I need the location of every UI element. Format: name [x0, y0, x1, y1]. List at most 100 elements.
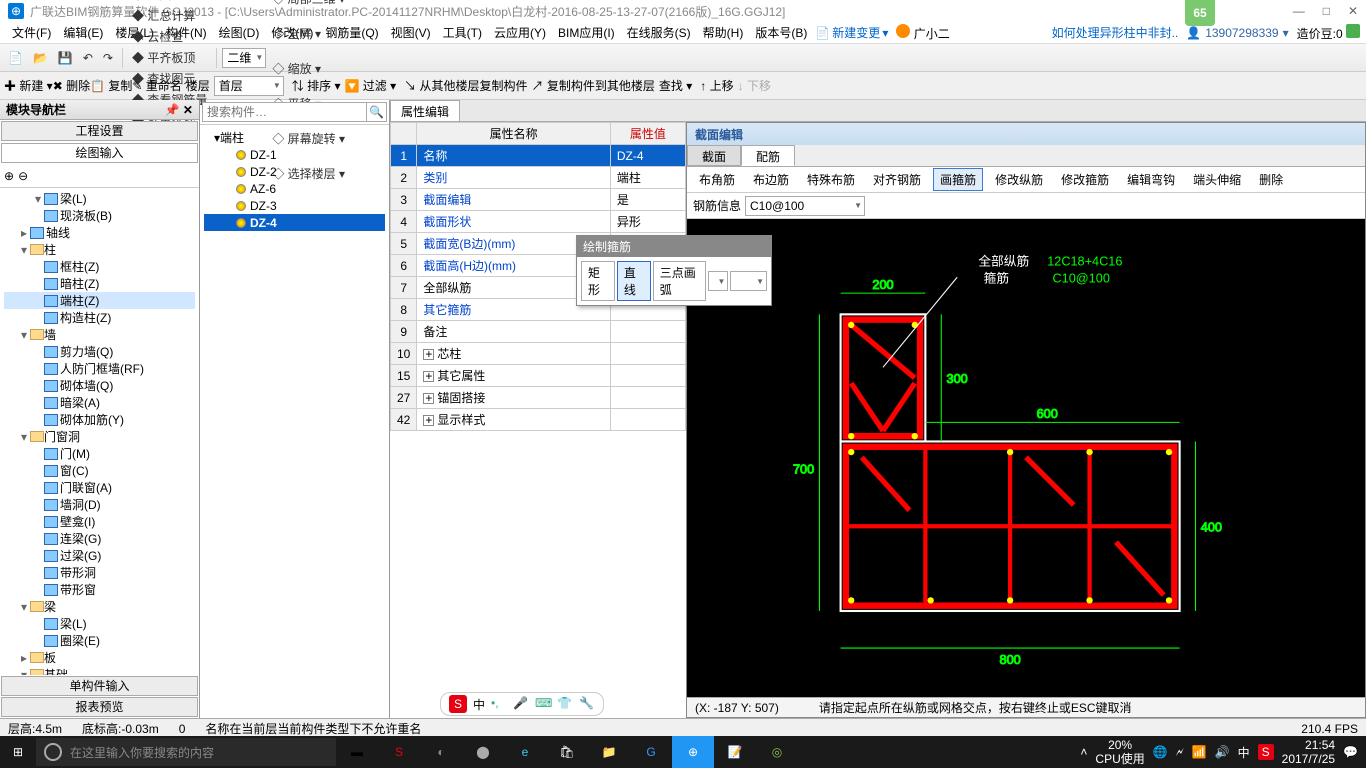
ime-skin-icon[interactable]: 👕	[557, 696, 573, 712]
prop-row[interactable]: 27+锚固搭接	[391, 387, 686, 409]
popup-dropdown[interactable]	[708, 271, 728, 291]
taskview-icon[interactable]: ▬	[336, 736, 378, 768]
tree-node[interactable]: 砌体加筋(Y)	[4, 411, 195, 428]
tb-平齐板顶[interactable]: ◆ 平齐板顶	[128, 47, 211, 68]
tree-node[interactable]: 门(M)	[4, 445, 195, 462]
member-node[interactable]: ▾ 端柱	[204, 129, 385, 146]
menu-item[interactable]: 版本号(B)	[749, 24, 813, 42]
sogou-icon[interactable]: S	[449, 695, 467, 713]
popup-dropdown2[interactable]	[730, 271, 767, 291]
tab-draw-input[interactable]: 绘图输入	[1, 143, 198, 163]
tree-node[interactable]: 墙洞(D)	[4, 496, 195, 513]
tool-编辑弯钩[interactable]: 编辑弯钩	[1121, 169, 1181, 190]
menu-item[interactable]: 文件(F)	[6, 24, 57, 42]
filter-button[interactable]: 🔽 过滤 ▾	[345, 77, 397, 94]
tb2-复制[interactable]: 📋 复制	[90, 79, 132, 93]
prop-row[interactable]: 15+其它属性	[391, 365, 686, 387]
member-node[interactable]: DZ-4	[204, 214, 385, 231]
find-button[interactable]: 查找 ▾	[659, 77, 692, 94]
tree-node[interactable]: 圈梁(E)	[4, 632, 195, 649]
menu-item[interactable]: 绘图(D)	[213, 24, 266, 42]
tree-node[interactable]: 过梁(G)	[4, 547, 195, 564]
prop-row[interactable]: 1名称DZ-4	[391, 145, 686, 167]
menu-item[interactable]: 视图(V)	[385, 24, 437, 42]
new-change-button[interactable]: 📄新建变更 ▾	[815, 24, 888, 41]
tool-修改纵筋[interactable]: 修改纵筋	[989, 169, 1049, 190]
tree-node[interactable]: 连梁(G)	[4, 530, 195, 547]
view-2d-combo[interactable]: 二维	[222, 48, 266, 68]
menu-item[interactable]: 帮助(H)	[697, 24, 750, 42]
tray-sogou-icon[interactable]: S	[1258, 744, 1274, 760]
tray-net-icon[interactable]: 🌐	[1153, 745, 1168, 759]
member-node[interactable]: DZ-3	[204, 197, 385, 214]
floor-combo[interactable]: 首层	[214, 76, 284, 96]
tool-对齐钢筋[interactable]: 对齐钢筋	[867, 169, 927, 190]
tree-node[interactable]: 构造柱(Z)	[4, 309, 195, 326]
tb-edge-icon[interactable]: e	[504, 736, 546, 768]
tool-修改箍筋[interactable]: 修改箍筋	[1055, 169, 1115, 190]
tab-project[interactable]: 工程设置	[1, 121, 198, 141]
move-down-button[interactable]: ↓ 下移	[738, 77, 771, 94]
tree-node[interactable]: 带形窗	[4, 581, 195, 598]
help-link[interactable]: 如何处理异形柱中非封..	[1052, 24, 1179, 41]
tb-app1-icon[interactable]: ◐	[420, 736, 462, 768]
ime-keyboard-icon[interactable]: ⌨	[535, 696, 551, 712]
tree-node[interactable]: ▾ 梁	[4, 598, 195, 615]
tab-property-edit[interactable]: 属性编辑	[390, 100, 460, 121]
cloud-badge[interactable]: 65	[1185, 0, 1215, 26]
redo-icon[interactable]: ↷	[99, 49, 117, 67]
single-member-button[interactable]: 单构件输入	[1, 676, 198, 696]
pin-icon[interactable]: 📌 ✕	[165, 103, 193, 117]
tb-app3-icon[interactable]: G	[630, 736, 672, 768]
tree-node[interactable]: 端柱(Z)	[4, 292, 195, 309]
start-button[interactable]: ⊞	[0, 736, 36, 768]
tree-node[interactable]: 梁(L)	[4, 615, 195, 632]
tb-explorer-icon[interactable]: 📁	[588, 736, 630, 768]
ime-bar[interactable]: S 中 •, 🎤 ⌨ 👕 🔧	[440, 692, 604, 716]
minimize-button[interactable]: —	[1293, 4, 1305, 18]
tool-布边筋[interactable]: 布边筋	[747, 169, 795, 190]
tree-node[interactable]: 剪力墙(Q)	[4, 343, 195, 360]
tb2-删除[interactable]: ✖ 删除	[53, 79, 90, 93]
tree-node[interactable]: 砌体墙(Q)	[4, 377, 195, 394]
open-icon[interactable]: 📂	[29, 49, 52, 67]
prop-row[interactable]: 3截面编辑是	[391, 189, 686, 211]
search-input[interactable]	[202, 102, 367, 122]
cortana-search[interactable]: 在这里输入你要搜索的内容	[36, 738, 336, 766]
section-canvas[interactable]: 200 300 600 700 400 800 全部纵筋 箍筋 12C18+4C…	[687, 219, 1365, 697]
tb-app6-icon[interactable]: ◎	[756, 736, 798, 768]
user-label[interactable]: 广小二	[914, 27, 950, 41]
tray-ime[interactable]: 中	[1238, 744, 1250, 761]
tb-store-icon[interactable]: 🛍	[546, 736, 588, 768]
rebar-info-combo[interactable]: C10@100	[745, 196, 865, 216]
tb-云检查[interactable]: ◆ 云检查	[128, 26, 211, 47]
tool-删除[interactable]: 删除	[1253, 169, 1289, 190]
tree-node[interactable]: ▾ 门窗洞	[4, 428, 195, 445]
move-up-button[interactable]: ↑ 上移	[700, 77, 733, 94]
tree-node[interactable]: ▾ 墙	[4, 326, 195, 343]
tree-node[interactable]: 窗(C)	[4, 462, 195, 479]
ime-mic-icon[interactable]: 🎤	[513, 696, 529, 712]
tree-node[interactable]: ▸ 板	[4, 649, 195, 666]
tb-app4-icon[interactable]: ⊕	[672, 736, 714, 768]
ime-punct-icon[interactable]: •,	[491, 696, 507, 712]
menu-item[interactable]: 云应用(Y)	[488, 24, 552, 42]
collapse-icon[interactable]: ⊖	[18, 169, 28, 183]
tree-node[interactable]: 门联窗(A)	[4, 479, 195, 496]
tray-volume-icon[interactable]: 🔊	[1215, 745, 1230, 759]
tree-node[interactable]: 现浇板(B)	[4, 207, 195, 224]
prop-row[interactable]: 4截面形状异形	[391, 211, 686, 233]
tb2-重命名[interactable]: ✎ 重命名	[132, 79, 181, 93]
member-node[interactable]: DZ-1	[204, 146, 385, 163]
tree-node[interactable]: 人防门框墙(RF)	[4, 360, 195, 377]
popup-opt[interactable]: 矩形	[581, 261, 615, 301]
tree-node[interactable]: ▾梁(L)	[4, 190, 195, 207]
phone-badge[interactable]: 👤13907298339 ▾	[1186, 26, 1288, 40]
tb-全屏[interactable]: ◇ 全屏 ▾	[268, 23, 349, 44]
tray-wifi-icon[interactable]: 📶	[1192, 745, 1207, 759]
tree-node[interactable]: 壁龛(I)	[4, 513, 195, 530]
tab-rebar[interactable]: 配筋	[741, 145, 795, 166]
prop-row[interactable]: 9备注	[391, 321, 686, 343]
nav-tree[interactable]: ▾梁(L)现浇板(B)▸轴线▾ 柱框柱(Z)暗柱(Z)端柱(Z)构造柱(Z)▾ …	[0, 188, 199, 675]
tree-node[interactable]: ▾ 柱	[4, 241, 195, 258]
